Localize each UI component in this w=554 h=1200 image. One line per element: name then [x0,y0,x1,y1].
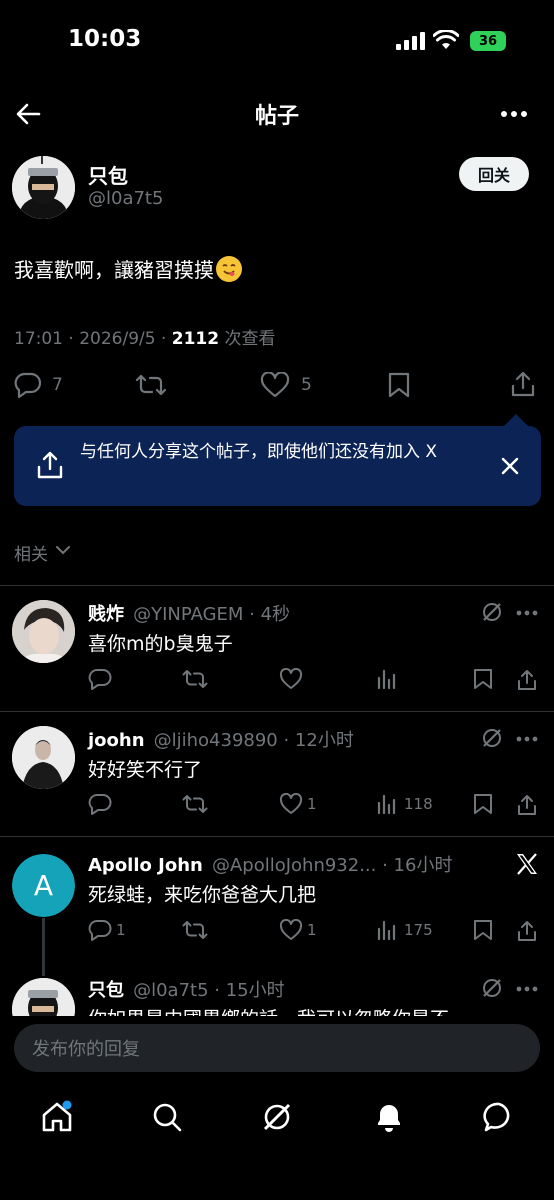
bookmark-icon[interactable] [388,372,410,398]
author-handle[interactable]: @l0a7t5 [88,188,163,209]
reply-text: 喜你m的b臭鬼子 [88,633,233,655]
follow-back-button[interactable]: 回关 [459,157,529,191]
chevron-down-icon[interactable] [56,545,70,555]
like-icon[interactable] [279,919,303,941]
reply-meta: @ljiho439890 · 12小时 [153,730,354,751]
share-icon[interactable] [516,668,538,692]
share-icon[interactable] [516,793,538,817]
views-icon[interactable] [376,793,398,815]
bookmark-icon[interactable] [473,793,493,815]
more-icon[interactable] [516,736,538,742]
reply-author-name[interactable]: 只包 [88,980,124,1001]
reply-text: 好好笑不行了 [88,759,203,781]
share-banner[interactable] [14,426,541,506]
post-body: 我喜歡啊，讓豬習摸摸 [14,254,242,283]
reply-avatar[interactable] [12,726,75,789]
author-name[interactable]: 只包 [88,160,128,189]
bookmark-icon[interactable] [473,919,493,941]
messages-icon[interactable] [482,1100,516,1134]
reply-icon[interactable] [88,793,112,815]
search-icon[interactable] [150,1100,184,1134]
reply-icon[interactable] [14,372,42,398]
divider [0,711,554,712]
like-icon[interactable] [260,372,290,398]
like-icon[interactable] [279,668,303,690]
reply-avatar[interactable] [12,600,75,663]
like-icon[interactable] [279,793,303,815]
bookmark-icon[interactable] [473,668,493,690]
post-views-label: 次查看 [219,329,276,349]
post-text: 我喜歡啊，讓豬習摸摸 [14,258,214,282]
retweet-icon[interactable] [182,668,208,690]
reply-meta: @l0a7t5 · 15小时 [133,980,285,1001]
reply-avatar[interactable]: A [12,854,75,917]
more-icon[interactable] [500,110,528,118]
reply-icon[interactable] [88,668,112,690]
page-title: 帖子 [254,104,299,129]
like-count: 5 [301,375,312,395]
retweet-icon[interactable] [182,919,208,941]
share-icon [36,450,64,480]
related-filter[interactable]: 相关 [14,540,48,565]
grok-icon[interactable] [481,977,503,999]
share-icon[interactable] [510,370,536,398]
grok-icon[interactable] [481,601,503,623]
smiling-face-emoji-icon [216,255,242,282]
reply-meta: @ApolloJohn932... · 16小时 [211,855,453,876]
views-icon[interactable] [376,919,398,941]
reply-author-name[interactable]: joohn [88,730,145,751]
reply-icon[interactable] [88,919,112,941]
replie-count: 1 [116,921,126,939]
reply-compose-input[interactable]: 发布你的回复 [14,1024,540,1072]
divider [0,585,554,586]
x-logo-icon [515,852,539,876]
view-count: 118 [404,795,433,813]
more-icon[interactable] [516,986,538,992]
views-icon[interactable] [376,668,398,690]
reply-header: joohn @ljiho439890 · 12小时 [88,726,354,752]
post-view-count: 2112 [171,329,220,349]
notifications-bell-icon[interactable] [372,1100,406,1134]
share-icon[interactable] [516,919,538,943]
grok-icon[interactable] [481,727,503,749]
related-label: 相关 [14,545,48,565]
share-banner-text: 与任何人分享这个帖子，即使他们还没有加入 X [80,442,438,462]
reply-header: 只包 @l0a7t5 · 15小时 [88,976,285,1002]
home-icon[interactable] [40,1100,74,1134]
more-icon[interactable] [516,610,538,616]
bottom-tab-bar [0,1078,554,1200]
battery-indicator: 36 [470,31,506,51]
like-count: 1 [307,921,317,939]
author-avatar[interactable] [12,156,75,219]
post-metadata: 17:01 · 2026/9/5 · 2112 次查看 [14,324,276,349]
reply-header: 贱炸 @YINPAGEM · 4秒 [88,600,290,626]
reply-count: 7 [52,375,63,395]
grok-icon[interactable] [260,1100,294,1134]
reply-author-name[interactable]: 贱炸 [88,604,124,625]
compose-placeholder: 发布你的回复 [32,1039,140,1060]
reply-text: 死绿蛙，来吃你爸爸大几把 [88,884,317,906]
thread-line [42,918,45,976]
reply-header: Apollo John @ApolloJohn932... · 16小时 [88,851,452,877]
retweet-icon[interactable] [135,372,167,398]
status-time: 10:03 [68,26,142,52]
view-count: 175 [404,921,433,939]
retweet-icon[interactable] [182,793,208,815]
signal-icon [396,32,426,50]
reply-meta: @YINPAGEM · 4秒 [133,604,291,625]
divider [0,836,554,837]
like-count: 1 [307,795,317,813]
wifi-icon [433,30,459,50]
close-icon[interactable] [500,456,520,476]
post-timestamp: 17:01 · 2026/9/5 · [14,329,172,349]
avatar-letter: A [12,854,75,917]
reply-author-name[interactable]: Apollo John [88,855,203,876]
